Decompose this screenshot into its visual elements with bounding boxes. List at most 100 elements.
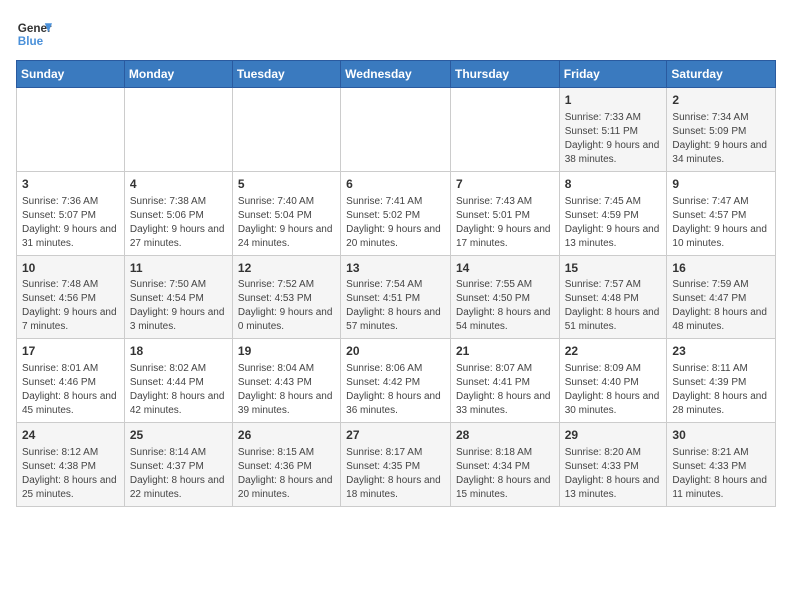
day-info: Sunrise: 7:34 AM Sunset: 5:09 PM Dayligh…	[672, 111, 770, 167]
column-header-saturday: Saturday	[667, 61, 776, 88]
day-info: Sunrise: 7:48 AM Sunset: 4:56 PM Dayligh…	[22, 278, 119, 334]
day-info: Sunrise: 8:04 AM Sunset: 4:43 PM Dayligh…	[238, 362, 335, 418]
day-number: 13	[346, 260, 445, 277]
day-info: Sunrise: 8:01 AM Sunset: 4:46 PM Dayligh…	[22, 362, 119, 418]
day-info: Sunrise: 7:41 AM Sunset: 5:02 PM Dayligh…	[346, 195, 445, 251]
day-number: 18	[130, 343, 227, 360]
column-header-monday: Monday	[124, 61, 232, 88]
day-number: 30	[672, 427, 770, 444]
day-number: 17	[22, 343, 119, 360]
calendar-cell: 21 Sunrise: 8:07 AM Sunset: 4:41 PM Dayli…	[450, 339, 559, 423]
day-info: Sunrise: 7:52 AM Sunset: 4:53 PM Dayligh…	[238, 278, 335, 334]
day-number: 23	[672, 343, 770, 360]
day-number: 19	[238, 343, 335, 360]
calendar-cell: 16Sunrise: 7:59 AM Sunset: 4:47 PM Dayli…	[667, 255, 776, 339]
day-info: Sunrise: 7:50 AM Sunset: 4:54 PM Dayligh…	[130, 278, 227, 334]
calendar-cell: 18 Sunrise: 8:02 AM Sunset: 4:44 PM Dayli…	[124, 339, 232, 423]
day-info: Sunrise: 8:12 AM Sunset: 4:38 PM Dayligh…	[22, 446, 119, 502]
day-info: Sunrise: 7:36 AM Sunset: 5:07 PM Dayligh…	[22, 195, 119, 251]
day-number: 27	[346, 427, 445, 444]
day-number: 6	[346, 176, 445, 193]
day-info: Sunrise: 8:17 AM Sunset: 4:35 PM Dayligh…	[346, 446, 445, 502]
day-number: 1	[565, 92, 662, 109]
day-number: 26	[238, 427, 335, 444]
calendar-cell: 17 Sunrise: 8:01 AM Sunset: 4:46 PM Dayli…	[17, 339, 125, 423]
column-header-friday: Friday	[559, 61, 667, 88]
calendar-cell: 26 Sunrise: 8:15 AM Sunset: 4:36 PM Dayli…	[232, 423, 340, 507]
day-number: 2	[672, 92, 770, 109]
calendar-cell: 20Sunrise: 8:06 AM Sunset: 4:42 PM Dayli…	[341, 339, 451, 423]
day-number: 9	[672, 176, 770, 193]
day-number: 15	[565, 260, 662, 277]
day-info: Sunrise: 7:38 AM Sunset: 5:06 PM Dayligh…	[130, 195, 227, 251]
calendar-cell	[124, 88, 232, 172]
calendar-week-row: 17 Sunrise: 8:01 AM Sunset: 4:46 PM Dayli…	[17, 339, 776, 423]
calendar-cell: 27 Sunrise: 8:17 AM Sunset: 4:35 PM Dayli…	[341, 423, 451, 507]
column-header-tuesday: Tuesday	[232, 61, 340, 88]
calendar-cell	[17, 88, 125, 172]
day-number: 24	[22, 427, 119, 444]
calendar-week-row: 24 Sunrise: 8:12 AM Sunset: 4:38 PM Dayli…	[17, 423, 776, 507]
day-info: Sunrise: 7:43 AM Sunset: 5:01 PM Dayligh…	[456, 195, 554, 251]
day-info: Sunrise: 7:57 AM Sunset: 4:48 PM Dayligh…	[565, 278, 662, 334]
calendar-cell: 29 Sunrise: 8:20 AM Sunset: 4:33 PM Dayli…	[559, 423, 667, 507]
day-info: Sunrise: 8:15 AM Sunset: 4:36 PM Dayligh…	[238, 446, 335, 502]
calendar-cell: 11Sunrise: 7:50 AM Sunset: 4:54 PM Dayli…	[124, 255, 232, 339]
day-number: 12	[238, 260, 335, 277]
column-header-wednesday: Wednesday	[341, 61, 451, 88]
calendar-cell: 15Sunrise: 7:57 AM Sunset: 4:48 PM Dayli…	[559, 255, 667, 339]
day-number: 25	[130, 427, 227, 444]
day-number: 7	[456, 176, 554, 193]
calendar-cell: 14Sunrise: 7:55 AM Sunset: 4:50 PM Dayli…	[450, 255, 559, 339]
day-number: 14	[456, 260, 554, 277]
day-number: 10	[22, 260, 119, 277]
calendar-cell: 12Sunrise: 7:52 AM Sunset: 4:53 PM Dayli…	[232, 255, 340, 339]
day-info: Sunrise: 8:02 AM Sunset: 4:44 PM Dayligh…	[130, 362, 227, 418]
calendar-cell: 3Sunrise: 7:36 AM Sunset: 5:07 PM Daylig…	[17, 171, 125, 255]
calendar-cell: 9 Sunrise: 7:47 AM Sunset: 4:57 PM Daylig…	[667, 171, 776, 255]
day-number: 11	[130, 260, 227, 277]
day-info: Sunrise: 8:18 AM Sunset: 4:34 PM Dayligh…	[456, 446, 554, 502]
calendar-cell: 1 Sunrise: 7:33 AM Sunset: 5:11 PM Daylig…	[559, 88, 667, 172]
calendar-cell: 23 Sunrise: 8:11 AM Sunset: 4:39 PM Dayli…	[667, 339, 776, 423]
calendar-cell: 30 Sunrise: 8:21 AM Sunset: 4:33 PM Dayli…	[667, 423, 776, 507]
calendar-week-row: 10Sunrise: 7:48 AM Sunset: 4:56 PM Dayli…	[17, 255, 776, 339]
svg-text:Blue: Blue	[18, 35, 44, 48]
day-number: 21	[456, 343, 554, 360]
day-number: 28	[456, 427, 554, 444]
day-info: Sunrise: 8:11 AM Sunset: 4:39 PM Dayligh…	[672, 362, 770, 418]
day-info: Sunrise: 7:55 AM Sunset: 4:50 PM Dayligh…	[456, 278, 554, 334]
day-info: Sunrise: 7:45 AM Sunset: 4:59 PM Dayligh…	[565, 195, 662, 251]
calendar-header-row: SundayMondayTuesdayWednesdayThursdayFrid…	[17, 61, 776, 88]
calendar-cell: 25 Sunrise: 8:14 AM Sunset: 4:37 PM Dayli…	[124, 423, 232, 507]
day-info: Sunrise: 7:47 AM Sunset: 4:57 PM Dayligh…	[672, 195, 770, 251]
calendar-cell	[341, 88, 451, 172]
day-info: Sunrise: 7:54 AM Sunset: 4:51 PM Dayligh…	[346, 278, 445, 334]
calendar-cell: 28 Sunrise: 8:18 AM Sunset: 4:34 PM Dayli…	[450, 423, 559, 507]
calendar-cell: 19 Sunrise: 8:04 AM Sunset: 4:43 PM Dayli…	[232, 339, 340, 423]
logo: General Blue	[16, 16, 52, 52]
day-number: 22	[565, 343, 662, 360]
day-info: Sunrise: 7:40 AM Sunset: 5:04 PM Dayligh…	[238, 195, 335, 251]
page-header: General Blue	[16, 16, 776, 52]
calendar-week-row: 3Sunrise: 7:36 AM Sunset: 5:07 PM Daylig…	[17, 171, 776, 255]
day-number: 8	[565, 176, 662, 193]
day-number: 5	[238, 176, 335, 193]
day-info: Sunrise: 8:20 AM Sunset: 4:33 PM Dayligh…	[565, 446, 662, 502]
column-header-sunday: Sunday	[17, 61, 125, 88]
day-info: Sunrise: 8:09 AM Sunset: 4:40 PM Dayligh…	[565, 362, 662, 418]
day-info: Sunrise: 8:14 AM Sunset: 4:37 PM Dayligh…	[130, 446, 227, 502]
day-info: Sunrise: 8:07 AM Sunset: 4:41 PM Dayligh…	[456, 362, 554, 418]
calendar-cell: 5 Sunrise: 7:40 AM Sunset: 5:04 PM Daylig…	[232, 171, 340, 255]
logo-icon: General Blue	[16, 16, 52, 52]
calendar-cell: 8 Sunrise: 7:45 AM Sunset: 4:59 PM Daylig…	[559, 171, 667, 255]
calendar-cell: 6 Sunrise: 7:41 AM Sunset: 5:02 PM Daylig…	[341, 171, 451, 255]
day-info: Sunrise: 7:33 AM Sunset: 5:11 PM Dayligh…	[565, 111, 662, 167]
day-info: Sunrise: 8:21 AM Sunset: 4:33 PM Dayligh…	[672, 446, 770, 502]
calendar-cell	[232, 88, 340, 172]
calendar-cell: 7 Sunrise: 7:43 AM Sunset: 5:01 PM Daylig…	[450, 171, 559, 255]
day-number: 29	[565, 427, 662, 444]
day-info: Sunrise: 7:59 AM Sunset: 4:47 PM Dayligh…	[672, 278, 770, 334]
calendar-cell: 24 Sunrise: 8:12 AM Sunset: 4:38 PM Dayli…	[17, 423, 125, 507]
day-number: 4	[130, 176, 227, 193]
